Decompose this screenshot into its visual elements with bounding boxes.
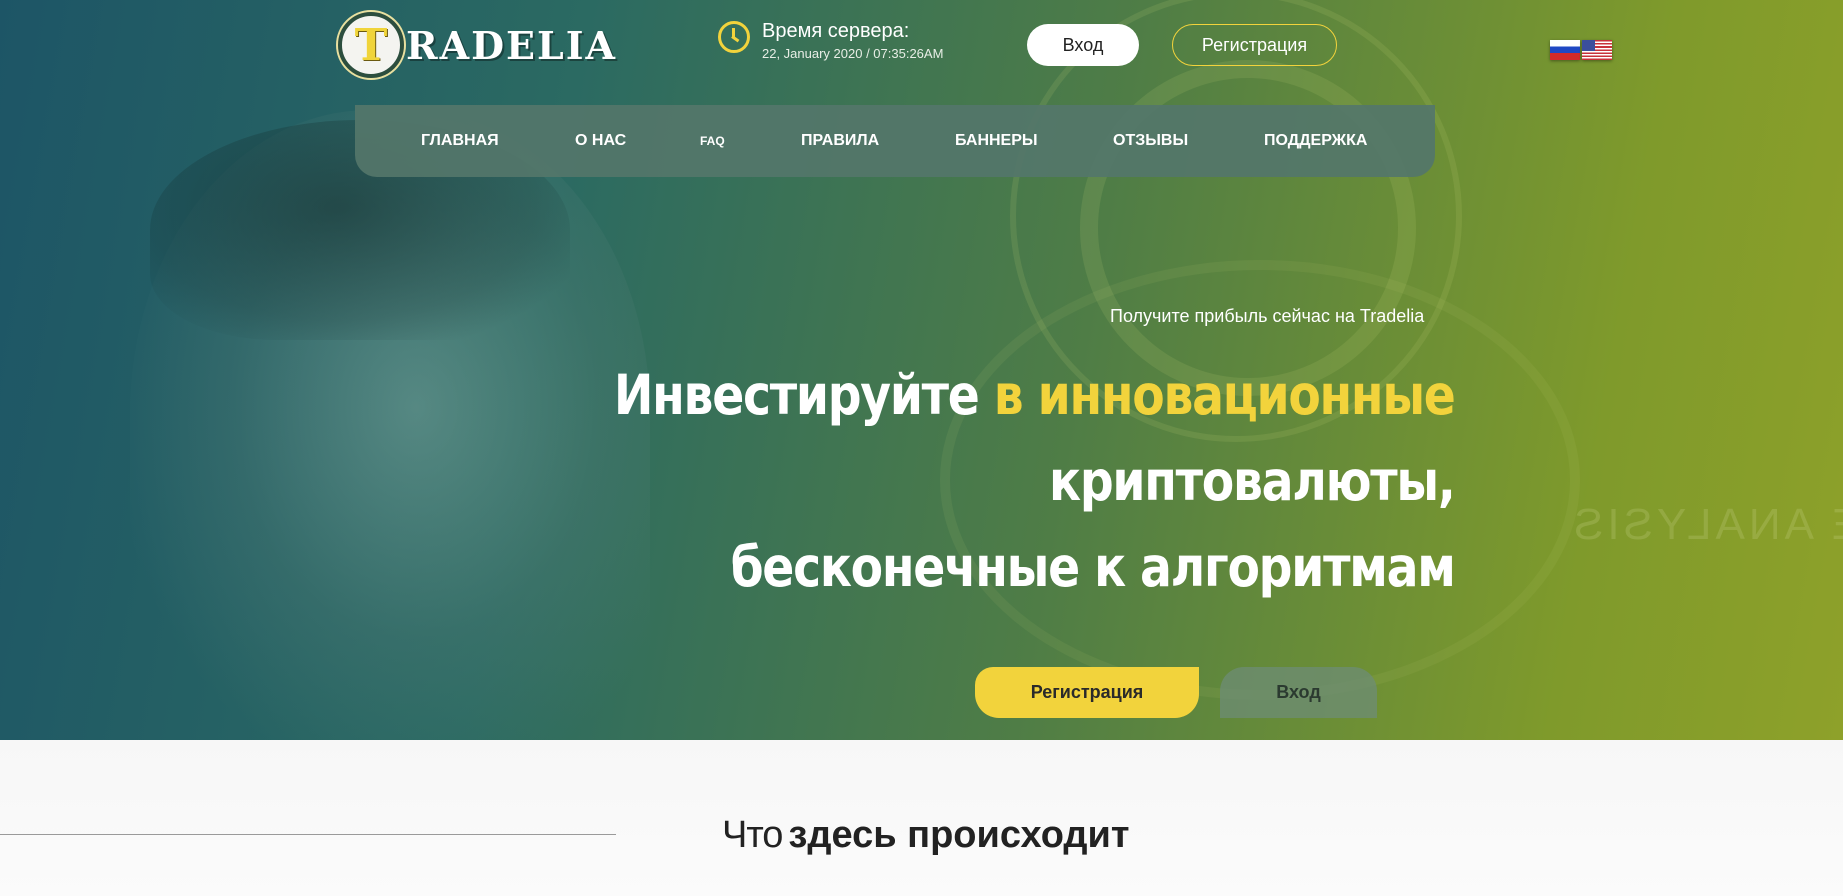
- nav-item-home[interactable]: ГЛАВНАЯ: [421, 105, 499, 177]
- flag-usa-icon[interactable]: [1582, 40, 1612, 60]
- nav-item-support[interactable]: ПОДДЕРЖКА: [1264, 105, 1367, 177]
- main-nav: ГЛАВНАЯ О НАС FAQ ПРАВИЛА БАННЕРЫ ОТЗЫВЫ…: [355, 105, 1435, 177]
- login-button[interactable]: Вход: [1027, 24, 1139, 66]
- hero-login-button[interactable]: Вход: [1220, 667, 1377, 718]
- hero-register-button[interactable]: Регистрация: [975, 667, 1199, 718]
- server-time: Время сервера: 22, January 2020 / 07:35:…: [718, 18, 943, 64]
- nav-item-rules[interactable]: ПРАВИЛА: [801, 105, 879, 177]
- server-time-value: 22, January 2020 / 07:35:26AM: [762, 46, 944, 61]
- section-title: Что здесь происходит: [722, 814, 1130, 857]
- logo-text: RADELIA: [406, 22, 617, 68]
- logo-badge: T: [338, 12, 404, 78]
- hero-watermark: COMPLETE ANALYSIS: [1570, 500, 1843, 549]
- hero-title-line3: бесконечные к алгоритмам: [730, 535, 1456, 599]
- section-divider: [0, 834, 616, 835]
- about-section: Что здесь происходит: [0, 740, 1843, 896]
- hero-subtitle: Получите прибыль сейчас на Tradelia: [1110, 306, 1425, 326]
- nav-item-about[interactable]: О НАС: [575, 105, 626, 177]
- nav-item-banners[interactable]: БАННЕРЫ: [955, 105, 1038, 177]
- hero-title-accent: в инновационные: [994, 363, 1456, 427]
- register-button[interactable]: Регистрация: [1172, 24, 1337, 66]
- site-logo[interactable]: T RADELIA: [338, 12, 617, 78]
- section-title-bold: здесь происходит: [788, 814, 1130, 856]
- hero-title: Инвестируйте в инновационные криптовалют…: [614, 352, 1456, 610]
- nav-item-faq[interactable]: FAQ: [700, 105, 725, 177]
- hero-banner: COMPLETE ANALYSIS T RADELIA Время сервер…: [0, 0, 1843, 740]
- nav-item-reviews[interactable]: ОТЗЫВЫ: [1113, 105, 1188, 177]
- hero-title-part1: Инвестируйте: [614, 363, 980, 427]
- server-time-label: Время сервера:: [762, 20, 910, 42]
- hero-title-line2: криптовалюты,: [1049, 449, 1456, 513]
- flag-russia-icon[interactable]: [1550, 40, 1580, 60]
- clock-icon: [718, 21, 750, 53]
- section-title-light: Что: [722, 814, 783, 856]
